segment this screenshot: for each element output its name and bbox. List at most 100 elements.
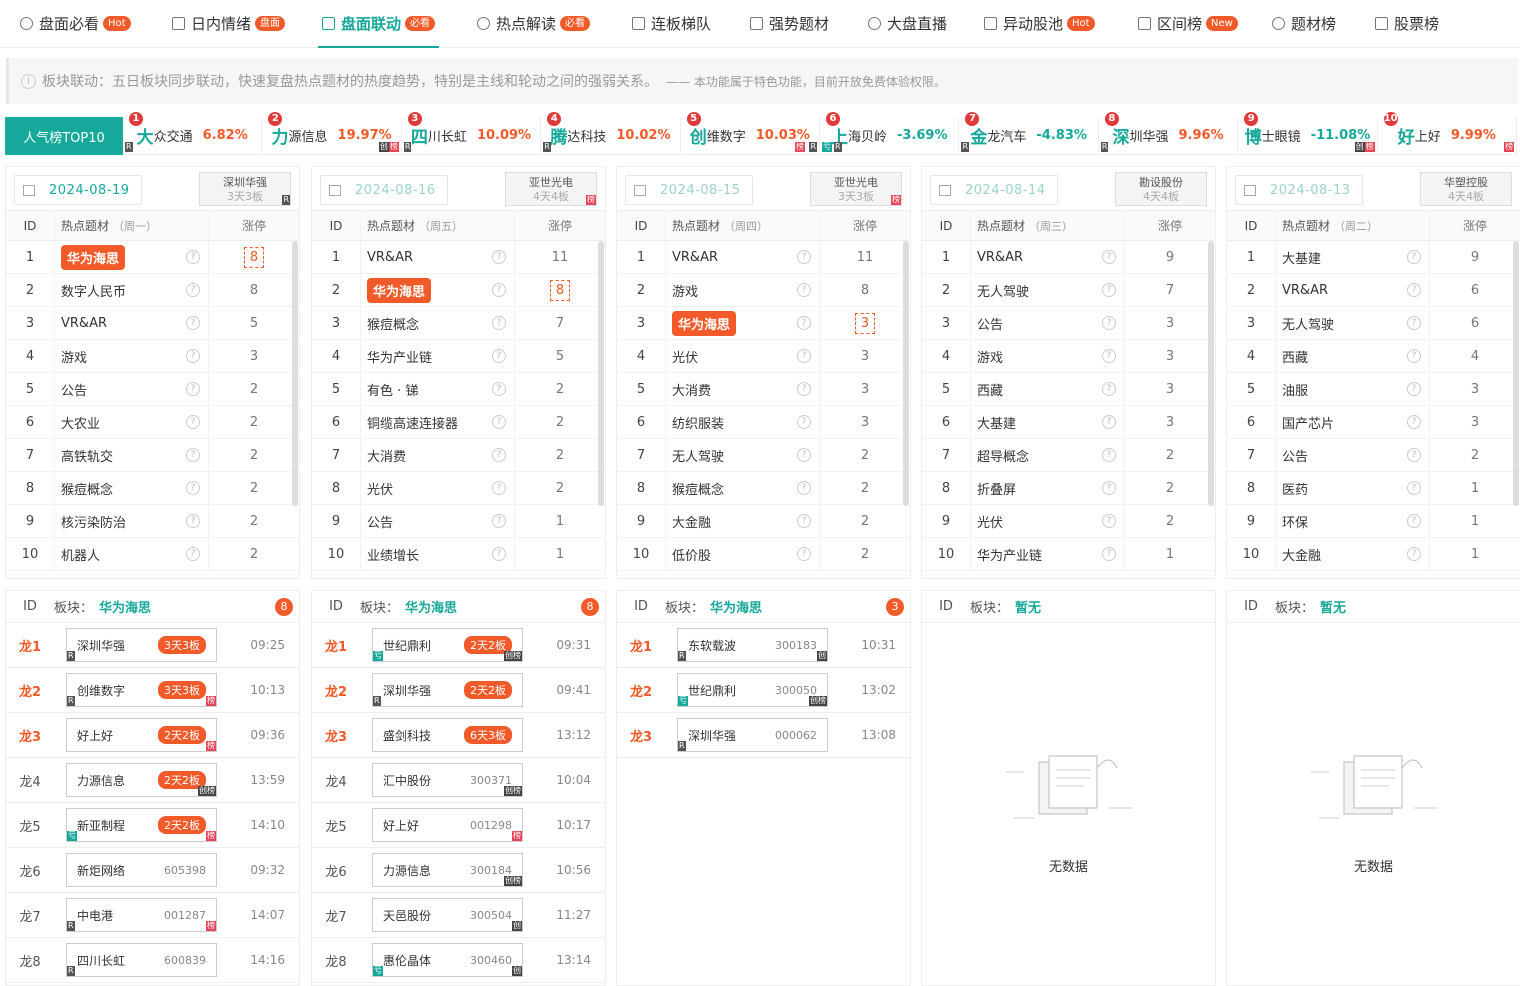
topic-name[interactable]: 大金融	[672, 512, 711, 531]
topic-row[interactable]: 2 VR&AR? 6	[1227, 274, 1520, 307]
stock-box[interactable]: 世纪鼎利 300050 亏 创榜	[677, 673, 828, 707]
top-stock-box[interactable]: 勘设股份 4天4板	[1115, 172, 1207, 206]
topic-row[interactable]: 9 公告? 1	[312, 505, 605, 538]
help-icon[interactable]: ?	[1102, 481, 1116, 495]
topic-row[interactable]: 10 华为产业链? 1	[922, 538, 1215, 571]
top-stock-box[interactable]: 华塑控股 4天4板	[1420, 172, 1512, 206]
help-icon[interactable]: ?	[1102, 514, 1116, 528]
topic-row[interactable]: 4 华为产业链? 5	[312, 340, 605, 373]
topic-name[interactable]: 公告	[367, 512, 393, 531]
help-icon[interactable]: ?	[797, 250, 811, 264]
topic-row[interactable]: 9 光伏? 2	[922, 505, 1215, 538]
topic-row[interactable]: 2 数字人民币? 8	[6, 274, 299, 307]
topic-row[interactable]: 7 无人驾驶? 2	[617, 439, 910, 472]
help-icon[interactable]: ?	[1407, 349, 1421, 363]
stock-box[interactable]: 天邑股份 300504 创	[372, 898, 523, 932]
help-icon[interactable]: ?	[1102, 448, 1116, 462]
help-icon[interactable]: ?	[1102, 547, 1116, 561]
help-icon[interactable]: ?	[492, 250, 506, 264]
tab-3[interactable]: 热点解读 必看	[465, 0, 602, 48]
help-icon[interactable]: ?	[797, 547, 811, 561]
topic-row[interactable]: 3 公告? 3	[922, 307, 1215, 340]
tab-2[interactable]: 盘面联动 必看	[310, 0, 447, 48]
topic-name[interactable]: 光伏	[977, 512, 1003, 531]
help-icon[interactable]: ?	[797, 382, 811, 396]
topic-row[interactable]: 6 大基建? 3	[922, 406, 1215, 439]
topic-row[interactable]: 7 大消费? 2	[312, 439, 605, 472]
help-icon[interactable]: ?	[186, 415, 200, 429]
leader-row[interactable]: 龙6 新炬网络 605398 09:32	[6, 848, 299, 893]
leader-row[interactable]: 龙2 世纪鼎利 300050 亏 创榜 13:02	[617, 668, 910, 713]
topic-name[interactable]: 大基建	[977, 413, 1016, 432]
leader-row[interactable]: 龙3 深圳华强 000062 R 13:08	[617, 713, 910, 758]
topic-row[interactable]: 9 核污染防治? 2	[6, 505, 299, 538]
tab-8[interactable]: 区间榜 New	[1126, 0, 1250, 48]
leader-row[interactable]: 龙1 世纪鼎利 2天2板亏创榜 09:31	[312, 623, 605, 668]
topic-row[interactable]: 2 无人驾驶? 7	[922, 274, 1215, 307]
topic-name[interactable]: 无人驾驶	[1282, 314, 1334, 333]
topic-row[interactable]: 8 折叠屏? 2	[922, 472, 1215, 505]
top-stock-box[interactable]: 亚世光电 4天4板 榜	[505, 172, 597, 206]
stock-box[interactable]: 盛剑科技 6天3板	[372, 718, 523, 752]
topic-row[interactable]: 10 业绩增长? 1	[312, 538, 605, 571]
tab-4[interactable]: 连板梯队	[620, 0, 723, 48]
help-icon[interactable]: ?	[1407, 250, 1421, 264]
help-icon[interactable]: ?	[492, 316, 506, 330]
top10-item[interactable]: 3 四川长虹 10.09% R	[402, 112, 542, 154]
topic-row[interactable]: 1 VR&AR? 11	[617, 241, 910, 274]
scrollbar[interactable]	[1513, 241, 1519, 506]
topic-row[interactable]: 10 机器人? 2	[6, 538, 299, 571]
help-icon[interactable]: ?	[186, 514, 200, 528]
topic-name[interactable]: 机器人	[61, 545, 100, 564]
topic-row[interactable]: 9 环保? 1	[1227, 505, 1520, 538]
help-icon[interactable]: ?	[186, 448, 200, 462]
topic-name[interactable]: VR&AR	[977, 250, 1023, 265]
topic-row[interactable]: 6 纺织服装? 3	[617, 406, 910, 439]
top10-item[interactable]: 5 创维数字 10.03% R 榜	[681, 112, 821, 154]
top10-item[interactable]: 10 好上好 9.99% 榜	[1378, 112, 1518, 154]
topic-name[interactable]: 低价股	[672, 545, 711, 564]
topic-row[interactable]: 4 游戏? 3	[922, 340, 1215, 373]
topic-name[interactable]: 大农业	[61, 413, 100, 432]
topic-row[interactable]: 7 超导概念? 2	[922, 439, 1215, 472]
top10-item[interactable]: 2 力源信息 19.97% 创榜	[262, 112, 402, 154]
help-icon[interactable]: ?	[186, 382, 200, 396]
topic-name[interactable]: 铜缆高速连接器	[367, 413, 458, 432]
top-stock-box[interactable]: 深圳华强 3天3板 R	[199, 172, 291, 206]
help-icon[interactable]: ?	[797, 349, 811, 363]
tab-10[interactable]: 股票榜	[1363, 0, 1451, 48]
topic-row[interactable]: 5 油服? 3	[1227, 373, 1520, 406]
leader-row[interactable]: 龙8 惠伦晶体 300460 亏 创 13:14	[312, 938, 605, 983]
topic-row[interactable]: 3 华为海思? 3	[617, 307, 910, 340]
topic-row[interactable]: 4 西藏? 4	[1227, 340, 1520, 373]
topic-name[interactable]: VR&AR	[1282, 283, 1328, 298]
topic-row[interactable]: 8 医药? 1	[1227, 472, 1520, 505]
date-picker[interactable]: 2024-08-13	[1235, 175, 1363, 205]
topic-name[interactable]: 华为海思	[672, 310, 737, 336]
topic-name[interactable]: 公告	[61, 380, 87, 399]
topic-name[interactable]: 华为产业链	[367, 347, 432, 366]
topic-name[interactable]: 有色 · 锑	[367, 380, 418, 399]
topic-name[interactable]: 公告	[977, 314, 1003, 333]
stock-box[interactable]: 汇中股份 300371 创榜	[372, 763, 523, 797]
topic-name[interactable]: 西藏	[1282, 347, 1308, 366]
tab-7[interactable]: 异动股池 Hot	[972, 0, 1107, 48]
leader-row[interactable]: 龙5 新亚制程 2天2板亏 榜 14:10	[6, 803, 299, 848]
leader-row[interactable]: 龙2 创维数字 3天3板 R 榜 10:13	[6, 668, 299, 713]
tab-1[interactable]: 日内情绪 盘面	[160, 0, 297, 48]
topic-row[interactable]: 5 有色 · 锑? 2	[312, 373, 605, 406]
topic-name[interactable]: 大消费	[367, 446, 406, 465]
topic-name[interactable]: 油服	[1282, 380, 1308, 399]
stock-box[interactable]: 惠伦晶体 300460 亏 创	[372, 943, 523, 977]
stock-box[interactable]: 好上好 001298 榜	[372, 808, 523, 842]
leader-row[interactable]: 龙1 东软载波 300183 R 创 10:31	[617, 623, 910, 668]
help-icon[interactable]: ?	[797, 448, 811, 462]
leader-row[interactable]: 龙8 四川长虹 600839 R 14:16	[6, 938, 299, 983]
help-icon[interactable]: ?	[492, 283, 506, 297]
topic-name[interactable]: 大消费	[672, 380, 711, 399]
topic-name[interactable]: 大金融	[1282, 545, 1321, 564]
topic-name[interactable]: 华为海思	[367, 277, 432, 303]
topic-name[interactable]: 无人驾驶	[977, 281, 1029, 300]
stock-box[interactable]: 深圳华强 3天3板 R	[66, 628, 217, 662]
topic-row[interactable]: 1 大基建? 9	[1227, 241, 1520, 274]
